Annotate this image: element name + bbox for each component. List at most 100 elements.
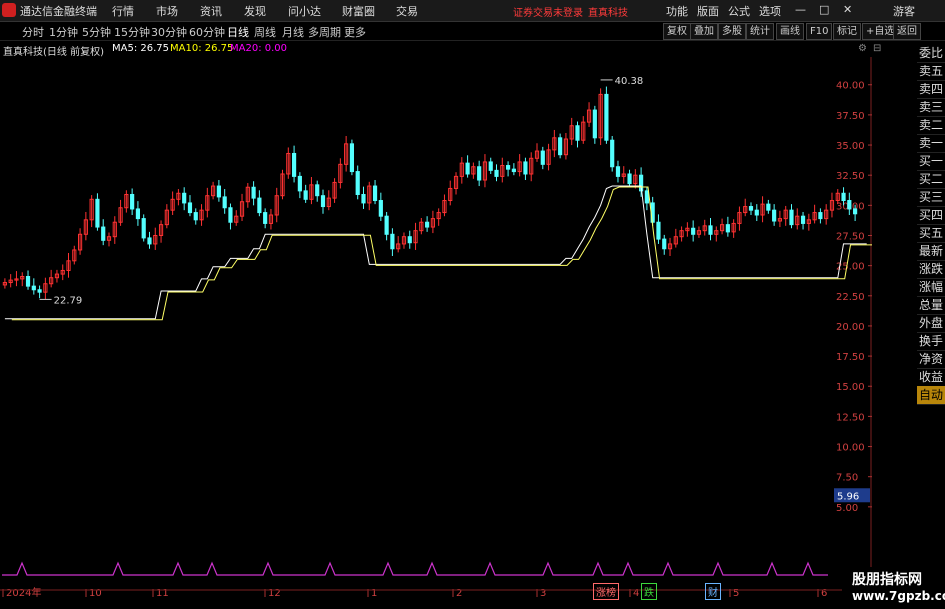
candle-body-104	[604, 93, 609, 141]
y-tick-label-1: 37.50	[836, 111, 865, 122]
side-item-15[interactable]: 外盘	[917, 314, 945, 333]
statistics-button[interactable]: 统计	[746, 23, 774, 40]
candle-body-111	[644, 190, 649, 204]
candle-body-55	[320, 195, 326, 208]
candle-body-52	[303, 190, 308, 200]
side-item-0[interactable]: 委比	[917, 44, 945, 63]
period-5min[interactable]: 5分钟	[82, 24, 111, 40]
menu-discover[interactable]: 发现	[244, 3, 266, 19]
y-tick-label-11: 12.50	[836, 412, 865, 423]
side-item-3[interactable]: 卖三	[917, 98, 945, 117]
menu-news[interactable]: 资讯	[200, 3, 222, 19]
marker-fall[interactable]: 跌	[641, 583, 657, 600]
candle-body-50	[291, 152, 297, 177]
side-item-5[interactable]: 卖一	[917, 134, 945, 153]
candle-body-39	[228, 207, 233, 223]
period-intraday[interactable]: 分时	[22, 24, 44, 40]
period-more[interactable]: 更多	[344, 24, 366, 40]
candle-body-146	[847, 200, 852, 210]
settings-gear-icon[interactable]: ⚙	[858, 43, 867, 54]
x-tick-label-9: 6	[821, 588, 827, 597]
collapse-icon[interactable]: ⊟	[873, 43, 881, 54]
back-button[interactable]: 返回	[893, 23, 921, 40]
period-daily[interactable]: 日线	[227, 24, 249, 40]
side-item-4[interactable]: 卖二	[917, 116, 945, 135]
period-60min[interactable]: 60分钟	[189, 24, 225, 40]
side-item-9[interactable]: 买四	[917, 206, 945, 225]
x-tick-label-4: 1	[371, 588, 377, 597]
side-item-14[interactable]: 总量	[917, 296, 945, 315]
draw-line-button[interactable]: 画线	[776, 23, 804, 40]
menu-wealth-circle[interactable]: 财富圈	[342, 3, 375, 19]
x-tick-label-5: 2	[456, 588, 462, 597]
period-30min[interactable]: 30分钟	[151, 24, 187, 40]
candle-body-43	[251, 186, 256, 199]
close-icon[interactable]: ✕	[843, 3, 852, 16]
candle-body-65	[378, 200, 383, 217]
candlestick-chart[interactable]: 40.0037.5035.0032.5030.0027.5025.0022.50…	[0, 57, 872, 597]
mark-button[interactable]: 标记	[833, 23, 861, 40]
adjust-button[interactable]: 复权	[663, 23, 691, 40]
y-tick-label-3: 32.50	[836, 171, 865, 182]
menu-function[interactable]: 功能	[666, 3, 688, 19]
side-item-2[interactable]: 卖四	[917, 80, 945, 99]
period-1min[interactable]: 1分钟	[49, 24, 78, 40]
menu-market-quotes[interactable]: 行情	[112, 3, 134, 19]
side-item-1[interactable]: 卖五	[917, 62, 945, 81]
y-tick-label-7: 22.50	[836, 292, 865, 303]
candle-body-119	[691, 227, 696, 235]
candle-body-73	[425, 221, 430, 228]
candle-body-145	[841, 192, 846, 202]
guest-user[interactable]: 游客	[893, 3, 915, 19]
y-tick-label-8: 20.00	[836, 322, 865, 333]
candle-body-54	[315, 184, 320, 197]
current-price-label: 5.96	[837, 491, 859, 502]
watermark-logo: 股朋指标网 www.7gpzb.com	[842, 567, 945, 609]
candle-body-64	[372, 185, 378, 202]
side-item-16[interactable]: 换手	[917, 332, 945, 351]
x-tick-label-2: 11	[156, 588, 169, 597]
candle-body-82	[477, 166, 482, 181]
menu-options[interactable]: 选项	[759, 3, 781, 19]
side-item-8[interactable]: 买三	[917, 188, 945, 207]
side-item-12[interactable]: 涨跌	[917, 260, 945, 279]
side-item-19[interactable]: 自动	[917, 386, 945, 405]
overlay-button[interactable]: 叠加	[690, 23, 718, 40]
side-item-11[interactable]: 最新	[917, 242, 945, 261]
side-item-7[interactable]: 买二	[917, 170, 945, 189]
period-weekly[interactable]: 周线	[254, 24, 276, 40]
ma10-line	[11, 186, 872, 321]
minimize-icon[interactable]: —	[795, 3, 806, 16]
side-item-6[interactable]: 买一	[917, 152, 945, 171]
y-tick-label-9: 17.50	[836, 352, 865, 363]
menu-market[interactable]: 市场	[156, 3, 178, 19]
candle-body-132	[766, 203, 771, 211]
x-tick-label-6: 3	[540, 588, 546, 597]
menu-formula[interactable]: 公式	[728, 3, 750, 19]
menu-assistant[interactable]: 问小达	[288, 3, 321, 19]
period-monthly[interactable]: 月线	[282, 24, 304, 40]
y-tick-label-14: 5.00	[836, 503, 858, 514]
y-tick-label-5: 27.50	[836, 231, 865, 242]
side-item-10[interactable]: 买五	[917, 224, 945, 243]
app-logo-icon	[2, 3, 16, 17]
marker-rise-rank[interactable]: 涨榜	[593, 583, 619, 600]
side-item-18[interactable]: 收益	[917, 368, 945, 387]
period-15min[interactable]: 15分钟	[114, 24, 150, 40]
multi-stock-button[interactable]: 多股	[718, 23, 746, 40]
candle-body-61	[355, 171, 360, 195]
marker-finance[interactable]: 财	[705, 583, 721, 600]
period-multi[interactable]: 多周期	[308, 24, 341, 40]
candle-body-24	[141, 218, 146, 239]
menu-trade[interactable]: 交易	[396, 3, 418, 19]
candle-body-60	[349, 143, 355, 173]
side-item-13[interactable]: 涨幅	[917, 278, 945, 297]
menu-layout[interactable]: 版面	[697, 3, 719, 19]
f10-button[interactable]: F10	[806, 23, 833, 40]
candle-body-122	[708, 225, 713, 235]
side-item-17[interactable]: 净资	[917, 350, 945, 369]
maximize-icon[interactable]: □	[819, 3, 829, 16]
login-notice[interactable]: 证券交易未登录	[513, 4, 583, 19]
high-annotation: 40.38	[615, 76, 644, 87]
candle-body-141	[818, 212, 823, 220]
